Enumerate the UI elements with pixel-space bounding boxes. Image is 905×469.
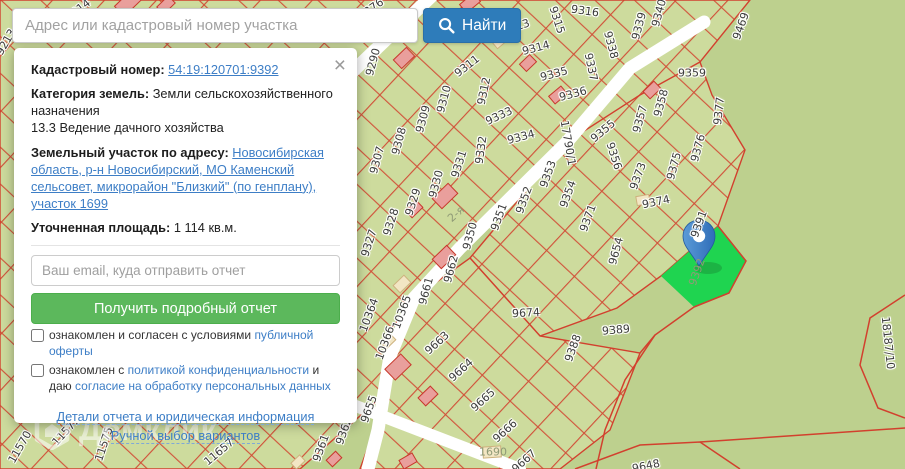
land-category-row: Категория земель: Земли сельскохозяйстве…	[31, 85, 340, 136]
search-bar: Найти	[12, 8, 522, 43]
privacy-policy-link[interactable]: политикой конфиденциальности	[128, 363, 309, 377]
land-usage-value: 13.3 Ведение дачного хозяйства	[31, 120, 224, 136]
manual-select-link[interactable]: Ручной выбор вариантов	[110, 428, 261, 445]
area-label: Уточненная площадь:	[31, 220, 171, 236]
offer-consent-row: ознакомлен и согласен с условиями публич…	[31, 328, 340, 359]
address-row: Земельный участок по адресу: Новосибирск…	[31, 144, 340, 213]
privacy-consent-row: ознакомлен с политикой конфиденциальност…	[31, 363, 340, 394]
divider	[31, 245, 340, 247]
cadastral-number-link[interactable]: 54:19:120701:9392	[168, 62, 278, 77]
search-icon	[439, 18, 455, 34]
land-category-label: Категория земель:	[31, 86, 150, 102]
cadastral-number-label: Кадастровый номер:	[31, 62, 165, 77]
privacy-consent-text: ознакомлен с политикой конфиденциальност…	[49, 363, 331, 394]
privacy-consent-checkbox[interactable]	[31, 364, 44, 378]
personal-data-link[interactable]: согласие на обработку персональных данны…	[75, 379, 331, 393]
report-details-link[interactable]: Детали отчета и юридическая информация	[56, 408, 315, 425]
cadastral-number-row: Кадастровый номер: 54:19:120701:9392	[31, 61, 340, 78]
area-value: 1 114 кв.м.	[173, 220, 237, 236]
get-report-button[interactable]: Получить подробный отчет	[31, 293, 340, 325]
panel-footer-links: Детали отчета и юридическая информация Р…	[31, 407, 340, 447]
close-icon[interactable]: ×	[334, 55, 346, 76]
search-button[interactable]: Найти	[423, 8, 522, 43]
cadastral-map-page: 9214921392769290931193139314931593169338…	[0, 0, 905, 469]
search-input[interactable]	[12, 8, 418, 43]
area-row: Уточненная площадь: 1 114 кв.м.	[31, 219, 340, 236]
parcel-info-panel: × Кадастровый номер: 54:19:120701:9392 К…	[14, 48, 357, 445]
search-button-label: Найти	[462, 16, 507, 34]
address-label: Земельный участок по адресу:	[31, 144, 229, 160]
offer-consent-text: ознакомлен и согласен с условиями публич…	[49, 328, 314, 358]
email-field[interactable]	[31, 255, 340, 287]
offer-consent-checkbox[interactable]	[31, 329, 44, 343]
